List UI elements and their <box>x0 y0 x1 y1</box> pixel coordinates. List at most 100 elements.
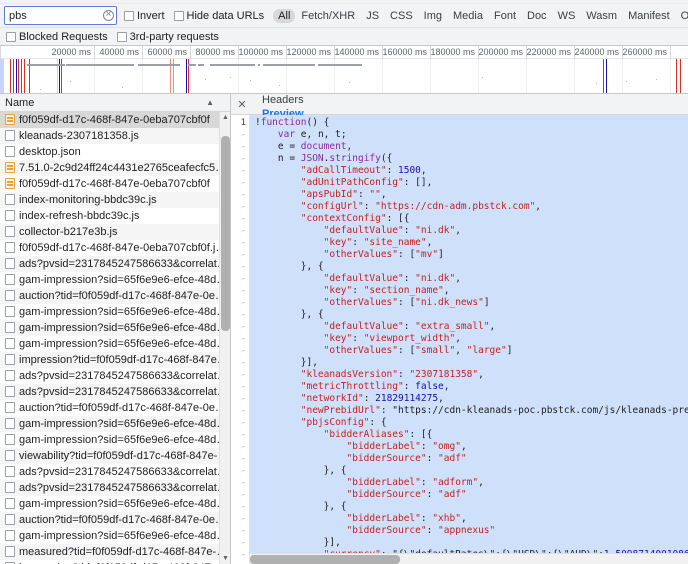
filter-input[interactable] <box>4 6 117 25</box>
line-number: - <box>240 550 246 560</box>
sort-ascending-icon[interactable]: ▲ <box>206 98 214 107</box>
code-horizontal-scrollbar[interactable] <box>250 553 688 564</box>
code-line: !function() { <box>255 117 330 128</box>
type-filter-all[interactable]: All <box>273 8 296 23</box>
close-icon[interactable]: ✕ <box>231 94 253 114</box>
request-row[interactable]: collector-b217e3b.js <box>0 224 230 240</box>
type-filter-ws[interactable]: WS <box>553 9 581 23</box>
type-filter-img[interactable]: Img <box>419 9 447 23</box>
line-number: - <box>240 154 246 164</box>
third-party-requests-checkbox[interactable] <box>116 31 127 42</box>
line-number: - <box>240 526 246 536</box>
request-row[interactable]: ads?pvsid=2317845247586633&correlator=24… <box>0 464 230 480</box>
document-icon <box>5 370 15 381</box>
request-row[interactable]: f0f059df-d17c-468f-847e-0eba707cbf0f.jso… <box>0 240 230 256</box>
request-row[interactable]: ads?pvsid=2317845247586633&correlator=29… <box>0 480 230 496</box>
request-row[interactable]: desktop.json <box>0 144 230 160</box>
clear-filter-icon[interactable] <box>103 10 114 21</box>
document-icon <box>5 466 15 477</box>
code-line: }], <box>255 537 341 548</box>
code-content[interactable]: !function() { var e, n, t; e = document,… <box>255 117 688 564</box>
type-filter-fetch-xhr[interactable]: Fetch/XHR <box>296 9 360 23</box>
code-line: "bidderSource": "adf" <box>346 453 467 464</box>
request-row[interactable]: ads?pvsid=2317845247586633&correlator=14… <box>0 384 230 400</box>
code-line: "kleanadsVersion": "2307181358", <box>300 369 484 380</box>
timeline-column-divider <box>382 59 383 93</box>
third-party-requests-item[interactable]: 3rd-party requests <box>116 30 219 43</box>
type-filter-doc[interactable]: Doc <box>522 9 552 23</box>
request-row[interactable]: impression?tid=f0f059df-d17c-468f-847e-0… <box>0 352 230 368</box>
ruler-tick-label: 100000 ms <box>238 47 283 57</box>
request-row[interactable]: measured?tid=f0f059df-d17c-468f-847e-0eb… <box>0 544 230 560</box>
document-icon <box>5 514 15 525</box>
timeline-request-dot <box>205 79 206 80</box>
line-number: - <box>240 514 246 524</box>
type-filter-wasm[interactable]: Wasm <box>581 9 622 23</box>
requests-scrollbar-thumb[interactable] <box>221 136 230 331</box>
type-filter-media[interactable]: Media <box>448 9 488 23</box>
type-filter-other[interactable]: Other <box>676 9 688 23</box>
request-row[interactable]: index-monitoring-bbdc39c.js <box>0 192 230 208</box>
ruler-tick-label: 40000 ms <box>99 47 139 57</box>
request-row[interactable]: gam-impression?sid=65f6e9e6-efce-48db-8d… <box>0 336 230 352</box>
request-row[interactable]: ads?pvsid=2317845247586633&correlator=15… <box>0 368 230 384</box>
timeline-left-handle[interactable] <box>0 59 4 93</box>
request-row[interactable]: gam-impression?sid=65f6e9e6-efce-48db-8d… <box>0 304 230 320</box>
request-row[interactable]: gam-impression?sid=65f6e9e6-efce-48db-8d… <box>0 320 230 336</box>
request-row[interactable]: impression?tid=f0f059df-d17c-468f-847e-0… <box>0 560 230 564</box>
requests-column-header[interactable]: Name ▲ <box>0 94 230 112</box>
requests-list[interactable]: f0f059df-d17c-468f-847e-0eba707cbf0f klea… <box>0 112 230 564</box>
line-number-gutter: 1------------------------------------- <box>231 115 250 564</box>
request-row[interactable]: gam-impression?sid=65f6e9e6-efce-48db-8d… <box>0 272 230 288</box>
ruler-tick <box>94 46 95 59</box>
type-filter-font[interactable]: Font <box>489 9 521 23</box>
request-row[interactable]: f0f059df-d17c-468f-847e-0eba707cbf0f <box>0 176 230 192</box>
request-row[interactable]: viewability?tid=f0f059df-d17c-468f-847e-… <box>0 448 230 464</box>
hide-data-urls-checkbox[interactable] <box>173 10 184 21</box>
code-hscroll-thumb[interactable] <box>250 555 400 564</box>
hide-data-urls-checkbox-item[interactable]: Hide data URLs <box>173 10 264 22</box>
request-row[interactable]: kleanads-2307181358.js <box>0 128 230 144</box>
timeline-event-marker <box>13 59 14 93</box>
request-row[interactable]: gam-impression?sid=65f6e9e6-efce-48db-8d… <box>0 416 230 432</box>
request-row[interactable]: 7.51.0-2c9d24ff24c4431e2765ceafecfc5d069… <box>0 160 230 176</box>
request-row[interactable]: gam-impression?sid=65f6e9e6-efce-48db-8d… <box>0 528 230 544</box>
tab-headers[interactable]: Headers <box>253 94 321 108</box>
type-filter-css[interactable]: CSS <box>385 9 418 23</box>
code-scroll-region[interactable]: !function() { var e, n, t; e = document,… <box>250 115 688 564</box>
request-name: gam-impression?sid=65f6e9e6-efce-48db-8d… <box>19 529 230 542</box>
ruler-tick-label: 260000 ms <box>622 47 667 57</box>
request-row[interactable]: gam-impression?sid=65f6e9e6-efce-48db-8d… <box>0 496 230 512</box>
document-icon <box>5 226 15 237</box>
scroll-down-icon[interactable]: ▼ <box>220 553 230 564</box>
document-icon <box>5 306 15 317</box>
timeline-request-bar <box>27 64 65 66</box>
preview-code-area[interactable]: 1------------------------------------- !… <box>231 115 688 564</box>
request-row[interactable]: auction?tid=f0f059df-d17c-468f-847e-0eba… <box>0 512 230 528</box>
blocked-requests-checkbox[interactable] <box>6 31 16 42</box>
invert-checkbox[interactable] <box>124 10 134 21</box>
line-number: - <box>240 274 246 284</box>
code-line: "bidderLabel": "xhb", <box>346 513 467 524</box>
line-number: - <box>240 238 246 248</box>
request-row[interactable]: ads?pvsid=2317845247586633&correlator=40… <box>0 256 230 272</box>
timeline-event-marker <box>676 59 677 93</box>
requests-scrollbar[interactable]: ▲ ▼ <box>219 112 230 564</box>
request-row[interactable]: gam-impression?sid=65f6e9e6-efce-48db-8d… <box>0 432 230 448</box>
timeline-graph[interactable] <box>0 59 688 93</box>
line-number: - <box>240 190 246 200</box>
request-row[interactable]: auction?tid=f0f059df-d17c-468f-847e-0eba… <box>0 400 230 416</box>
timeline-event-marker <box>606 59 607 93</box>
scroll-up-icon[interactable]: ▲ <box>220 112 230 123</box>
invert-checkbox-item[interactable]: Invert <box>124 10 165 22</box>
type-filter-js[interactable]: JS <box>361 9 384 23</box>
timeline-request-dot <box>279 85 280 86</box>
blocked-requests-item[interactable]: Blocked Requests <box>6 31 108 43</box>
request-row[interactable]: f0f059df-d17c-468f-847e-0eba707cbf0f <box>0 112 230 128</box>
third-party-requests-label: 3rd-party requests <box>129 30 219 43</box>
request-row[interactable]: index-refresh-bbdc39c.js <box>0 208 230 224</box>
timeline-column-divider <box>526 59 527 93</box>
network-overview-timeline[interactable]: 20000 ms 40000 ms 60000 ms 80000 ms 100000 m… <box>0 46 688 94</box>
request-row[interactable]: auction?tid=f0f059df-d17c-468f-847e-0eba… <box>0 288 230 304</box>
type-filter-manifest[interactable]: Manifest <box>623 9 675 23</box>
